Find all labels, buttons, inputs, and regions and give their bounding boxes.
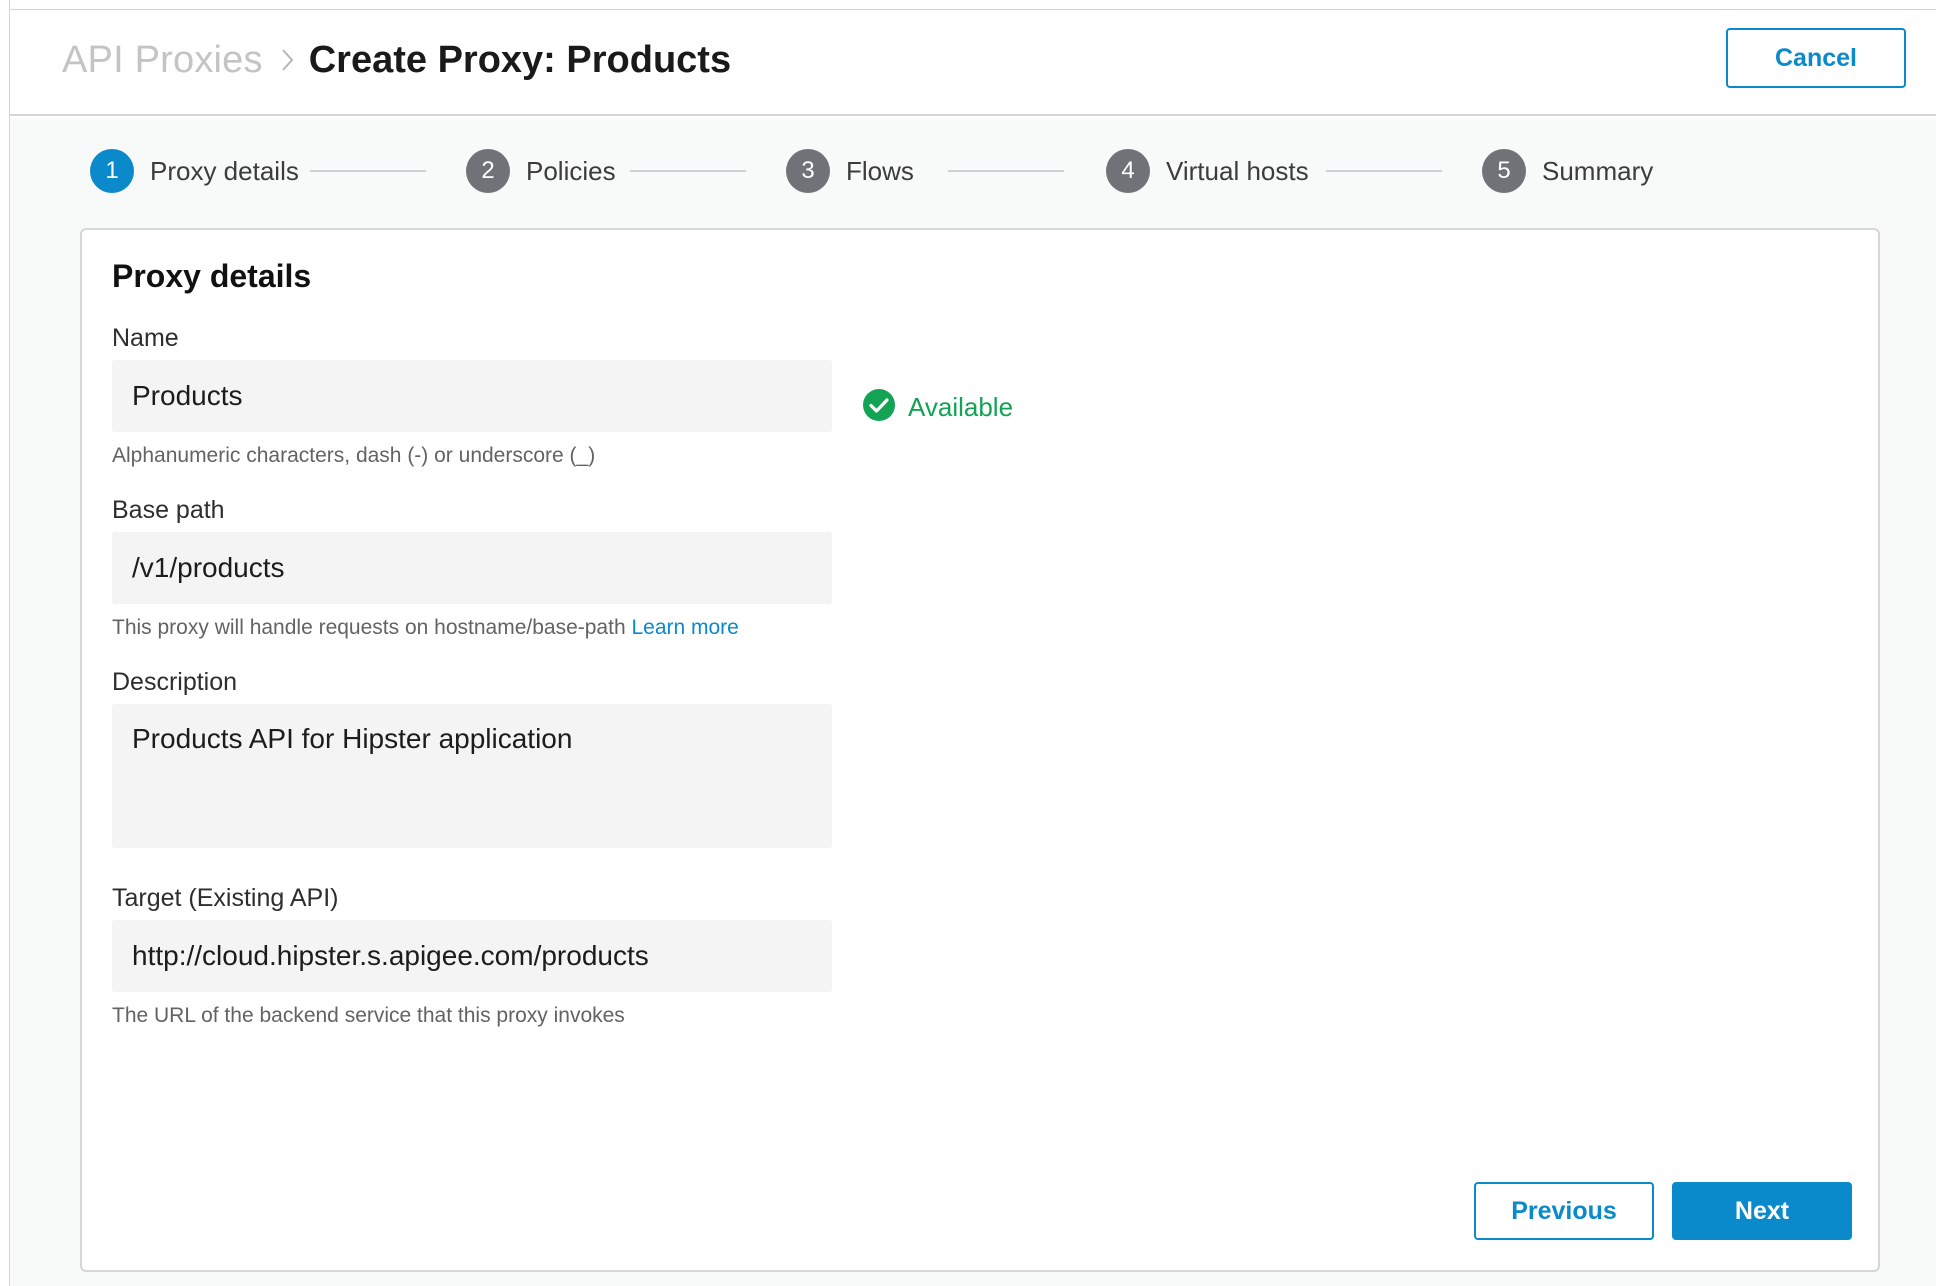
name-label: Name bbox=[112, 324, 179, 352]
step-label: Proxy details bbox=[150, 155, 299, 186]
step-number-badge: 1 bbox=[90, 149, 134, 193]
name-help-text: Alphanumeric characters, dash (-) or und… bbox=[112, 444, 596, 467]
previous-button[interactable]: Previous bbox=[1474, 1182, 1654, 1240]
base-path-input-value: /v1/products bbox=[132, 552, 285, 583]
base-path-input[interactable]: /v1/products bbox=[112, 532, 832, 604]
step-number-badge: 4 bbox=[1106, 149, 1150, 193]
card-title: Proxy details bbox=[112, 258, 312, 294]
step-policies[interactable]: 2 Policies bbox=[466, 148, 616, 194]
base-path-label: Base path bbox=[112, 496, 225, 524]
step-label: Summary bbox=[1542, 155, 1654, 186]
step-label: Policies bbox=[526, 155, 616, 186]
wizard-content: 1 Proxy details 2 Policies 3 Flows 4 Vir… bbox=[10, 118, 1936, 1286]
description-label: Description bbox=[112, 668, 238, 696]
target-help-text: The URL of the backend service that this… bbox=[112, 1004, 625, 1027]
target-url-input[interactable]: http://cloud.hipster.s.apigee.com/produc… bbox=[112, 920, 832, 992]
step-label: Flows bbox=[846, 155, 914, 186]
base-path-help-body: This proxy will handle requests on hostn… bbox=[112, 616, 626, 639]
page-header: API Proxies Create Proxy: Products Cance… bbox=[10, 10, 1936, 116]
cancel-button[interactable]: Cancel bbox=[1726, 28, 1906, 88]
description-value: Products API for Hipster application bbox=[132, 723, 573, 754]
step-virtual-hosts[interactable]: 4 Virtual hosts bbox=[1106, 148, 1309, 194]
wizard-stepper: 1 Proxy details 2 Policies 3 Flows 4 Vir… bbox=[80, 148, 1680, 194]
availability-text: Available bbox=[908, 392, 1014, 422]
name-availability-status: Available bbox=[862, 388, 1013, 427]
next-button[interactable]: Next bbox=[1672, 1182, 1852, 1240]
target-label: Target (Existing API) bbox=[112, 884, 339, 912]
step-summary[interactable]: 5 Summary bbox=[1482, 148, 1653, 194]
description-textarea[interactable]: Products API for Hipster application bbox=[112, 704, 832, 848]
check-circle-icon bbox=[862, 388, 896, 427]
step-number-badge: 3 bbox=[786, 149, 830, 193]
target-url-value: http://cloud.hipster.s.apigee.com/produc… bbox=[132, 940, 649, 971]
step-proxy-details[interactable]: 1 Proxy details bbox=[90, 148, 299, 194]
step-connector bbox=[630, 170, 746, 172]
step-connector bbox=[1326, 170, 1442, 172]
breadcrumb-api-proxies-link[interactable]: API Proxies bbox=[62, 39, 263, 82]
learn-more-link[interactable]: Learn more bbox=[631, 616, 738, 639]
step-number-badge: 5 bbox=[1482, 149, 1526, 193]
name-input[interactable]: Products bbox=[112, 360, 832, 432]
step-connector bbox=[948, 170, 1064, 172]
page-title: Create Proxy: Products bbox=[308, 38, 732, 81]
step-label: Virtual hosts bbox=[1166, 155, 1309, 186]
step-number-badge: 2 bbox=[466, 149, 510, 193]
step-flows[interactable]: 3 Flows bbox=[786, 148, 914, 194]
chevron-right-icon bbox=[281, 47, 295, 73]
proxy-details-card: Proxy details Name Products Available Al… bbox=[80, 228, 1880, 1272]
base-path-help-text: This proxy will handle requests on hostn… bbox=[112, 616, 739, 640]
step-connector bbox=[310, 170, 426, 172]
breadcrumb: API Proxies Create Proxy: Products bbox=[62, 32, 731, 88]
name-input-value: Products bbox=[132, 380, 243, 411]
